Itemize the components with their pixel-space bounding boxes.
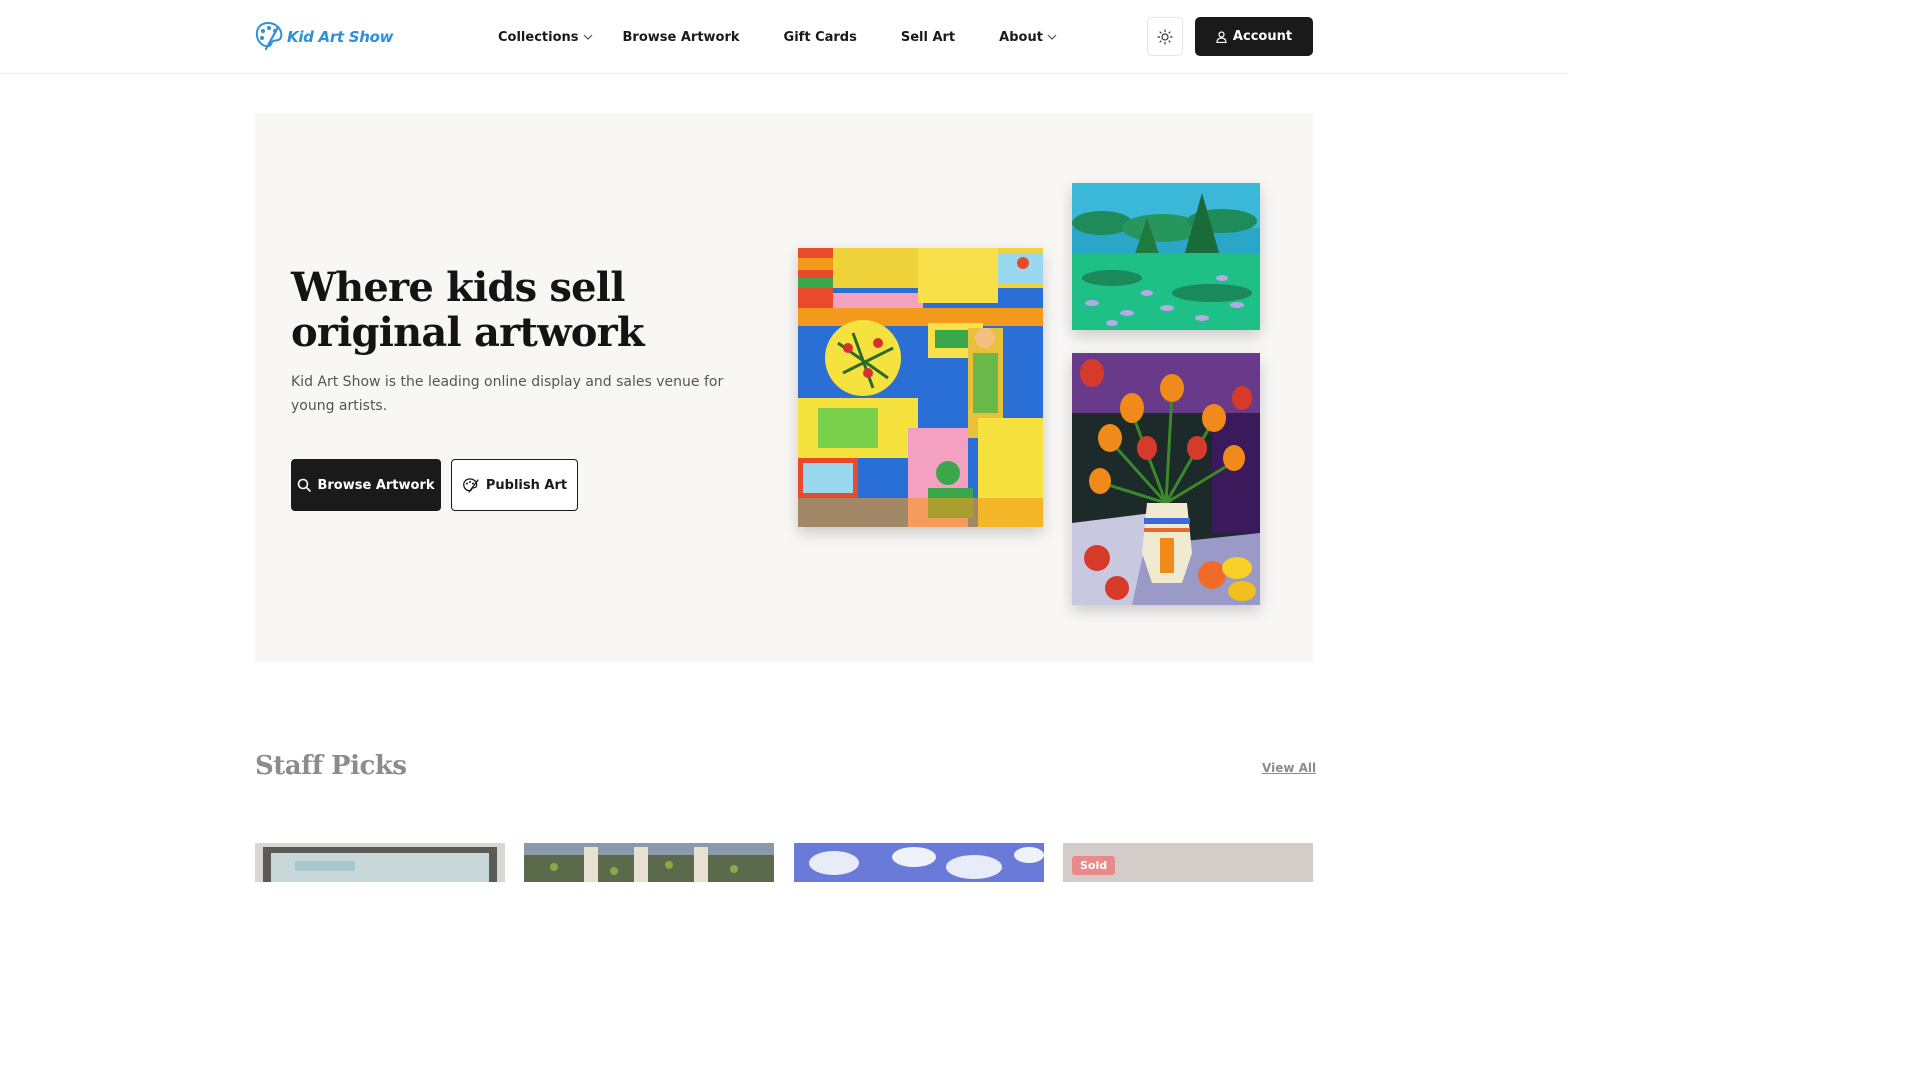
publish-art-button[interactable]: Publish Art [451, 459, 578, 511]
logo-text: Kid Art Show [287, 28, 394, 46]
nav-sell-art[interactable]: Sell Art [901, 30, 955, 45]
nav-label: Browse Artwork [622, 29, 740, 45]
staff-pick-card[interactable]: Sold [1063, 843, 1313, 882]
nav-label: Gift Cards [783, 29, 857, 45]
publish-art-label: Publish Art [485, 477, 568, 493]
hero-section: Where kids sell original artwork Kid Art… [255, 113, 1313, 662]
staff-picks-title: Staff Picks [255, 751, 407, 781]
nav-gift-cards[interactable]: Gift Cards [784, 30, 857, 45]
user-icon [1216, 30, 1227, 43]
chevron-down-icon [1047, 34, 1057, 40]
nav-browse-artwork[interactable]: Browse Artwork [623, 30, 740, 45]
sold-badge: Sold [1072, 856, 1116, 875]
palette-icon [463, 478, 479, 493]
theme-toggle-button[interactable] [1147, 17, 1183, 56]
tulips-vase-painting[interactable] [1072, 353, 1260, 605]
staff-pick-card[interactable] [794, 843, 1044, 882]
forest-landscape-painting[interactable] [1072, 183, 1260, 330]
nav-label: About [999, 29, 1043, 45]
hero-title: Where kids sell original artwork [291, 264, 645, 356]
town-scene-painting[interactable] [798, 248, 1043, 527]
staff-pick-card[interactable] [255, 843, 505, 882]
main-nav: Collections Browse Artwork Gift Cards Se… [498, 26, 1057, 48]
palette-logo-icon [254, 19, 284, 56]
account-label: Account [1232, 29, 1293, 44]
artwork-thumbnail [255, 843, 505, 882]
sun-icon [1157, 28, 1173, 45]
staff-pick-card[interactable] [524, 843, 774, 882]
nav-label: Sell Art [900, 29, 956, 45]
logo[interactable]: Kid Art Show [254, 21, 393, 53]
browse-artwork-label: Browse Artwork [317, 477, 435, 493]
search-icon [298, 478, 312, 492]
nav-collections[interactable]: Collections [498, 30, 593, 45]
site-header: Kid Art Show Collections Browse Artwork … [0, 0, 1568, 74]
hero-subtitle: Kid Art Show is the leading online displ… [291, 374, 724, 414]
chevron-down-icon [583, 34, 592, 40]
nav-label: Collections [498, 29, 579, 45]
artwork-thumbnail [794, 843, 1044, 882]
view-all-link[interactable]: View All [1262, 761, 1316, 775]
account-button[interactable]: Account [1195, 17, 1313, 56]
nav-about[interactable]: About [999, 30, 1057, 45]
browse-artwork-button[interactable]: Browse Artwork [291, 459, 441, 511]
artwork-thumbnail [524, 843, 774, 882]
